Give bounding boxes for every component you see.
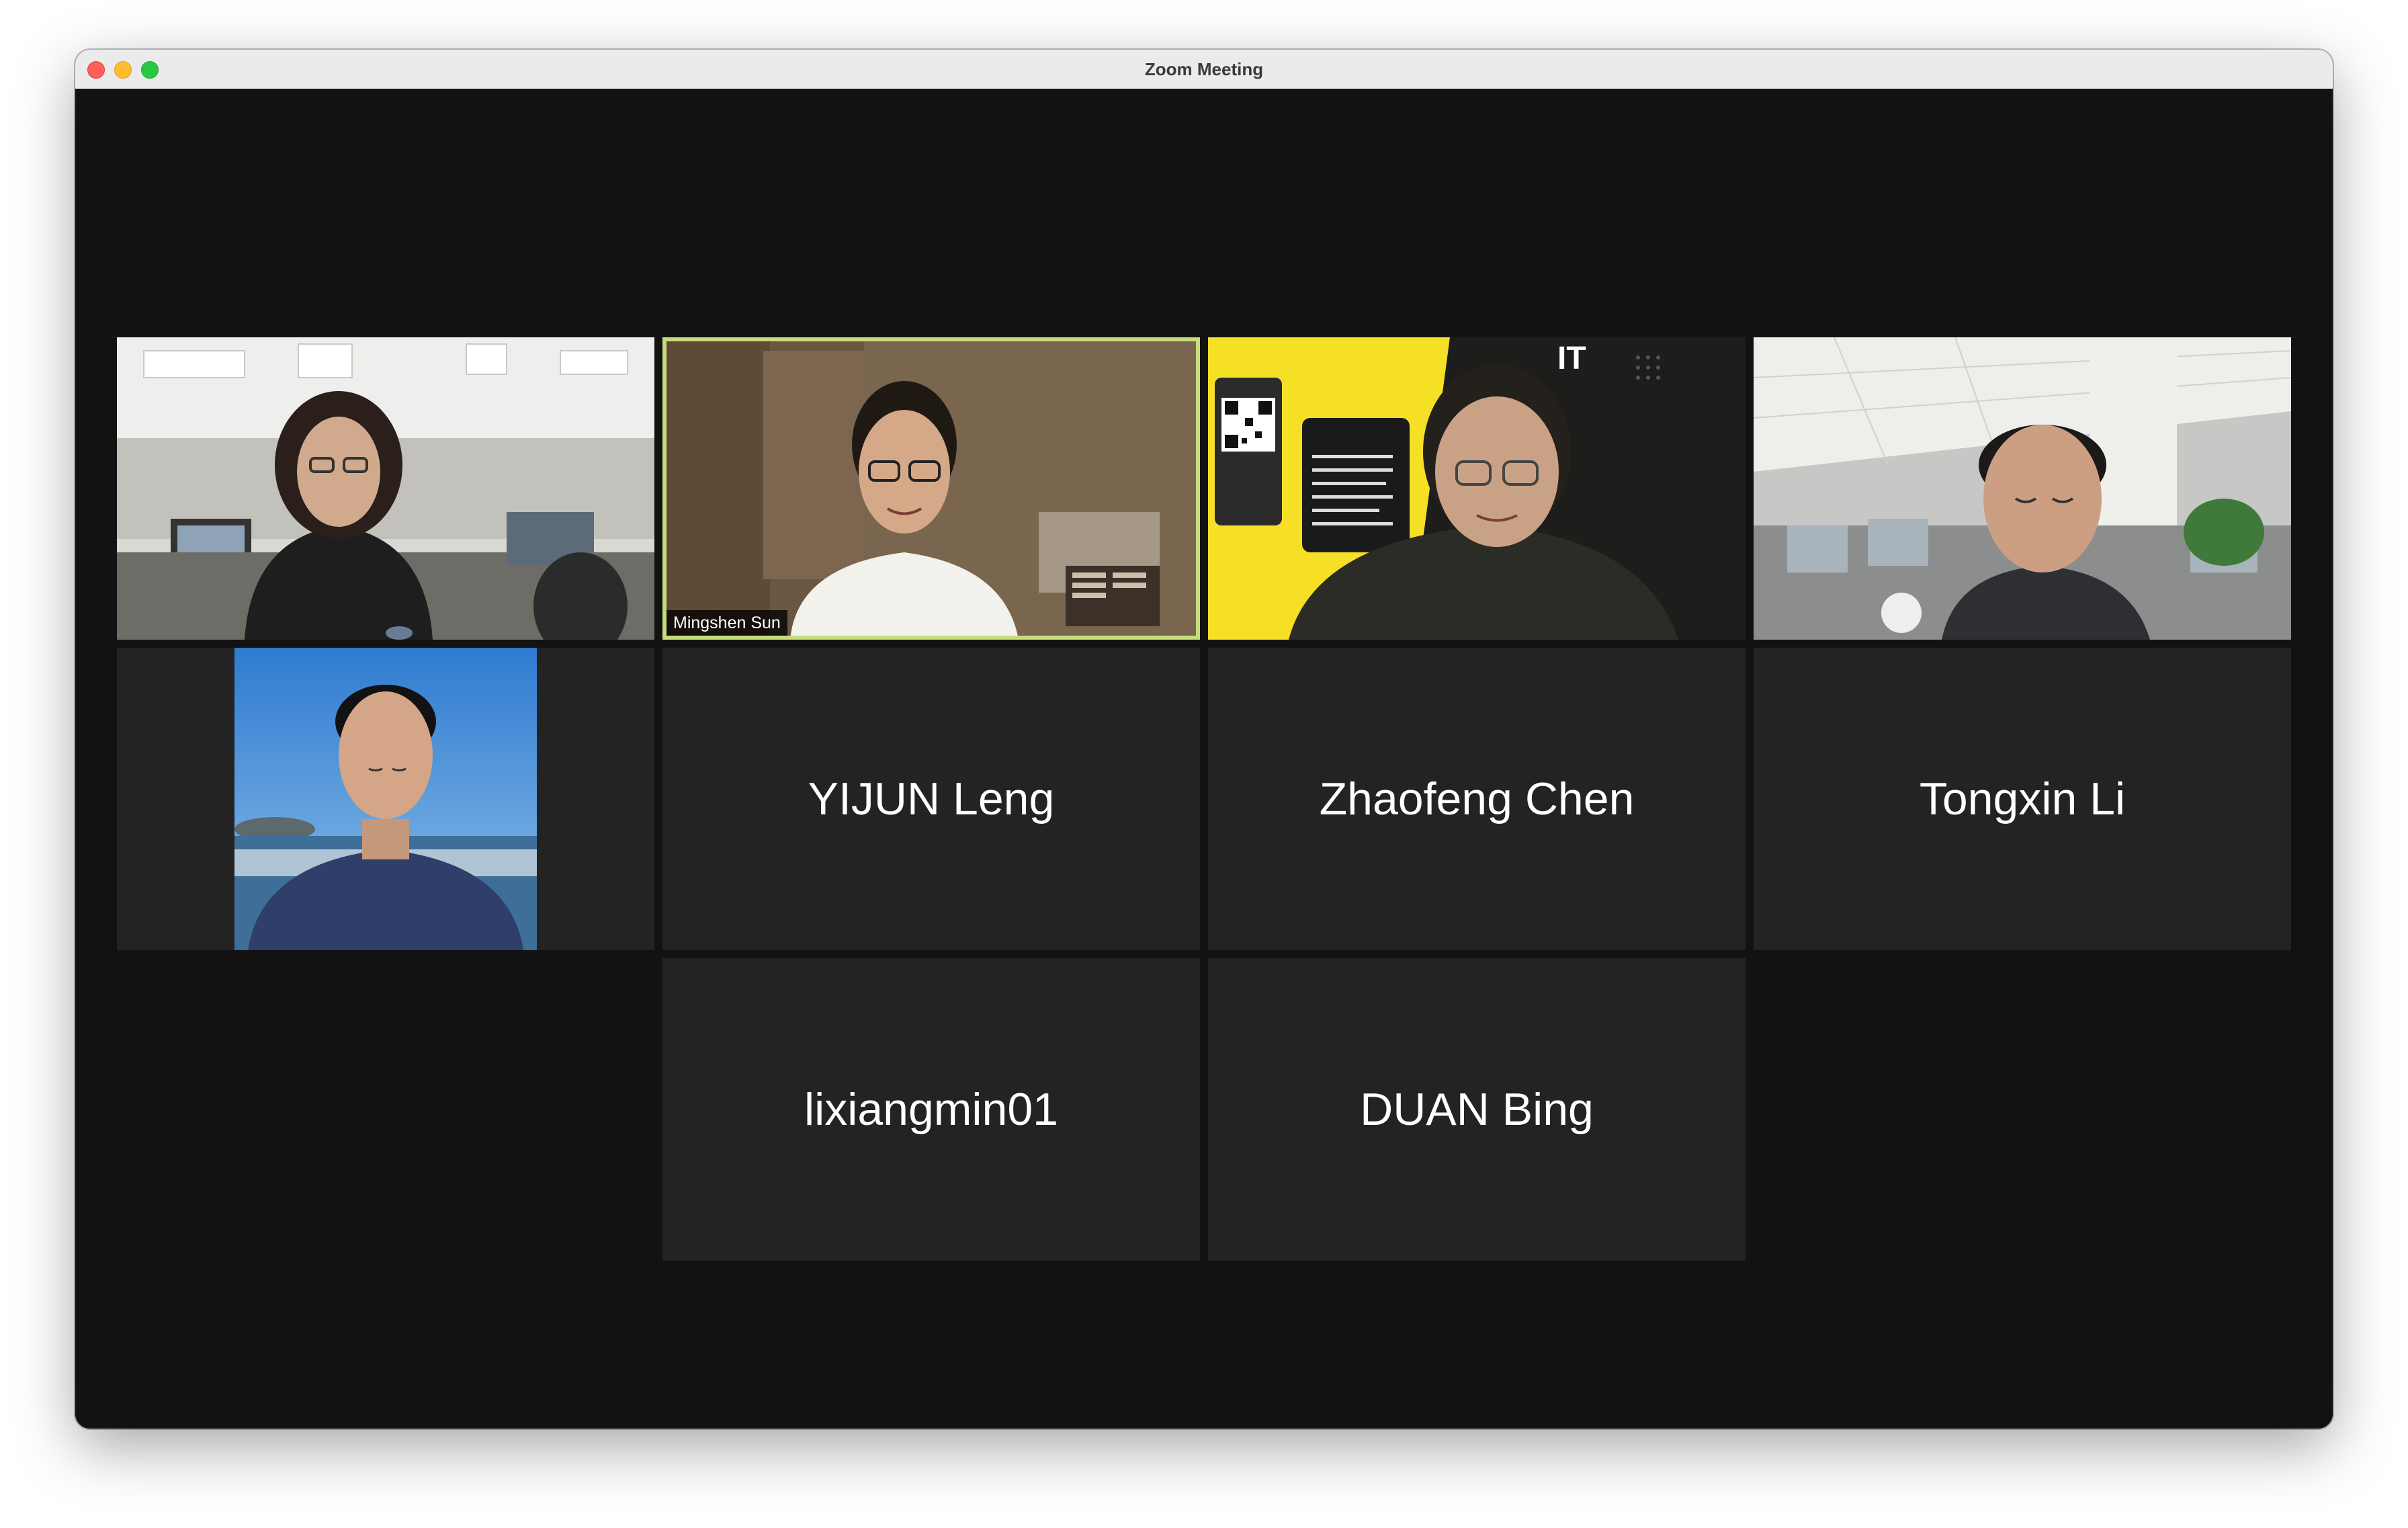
participant-name: lixiangmin01 (804, 1084, 1058, 1135)
participant-video (1754, 337, 2291, 640)
participant-video-tile[interactable]: IT (1208, 337, 1746, 640)
title-bar[interactable]: Zoom Meeting (75, 50, 2333, 89)
window-title: Zoom Meeting (1144, 59, 1264, 79)
participant-name: DUAN Bing (1360, 1084, 1594, 1135)
participant-video-tile[interactable] (117, 337, 654, 640)
participant-profile-tile[interactable] (117, 648, 654, 950)
active-speaker-tile[interactable]: Mingshen Sun (662, 337, 1200, 640)
zoom-meeting-window: Zoom Meeting Mingshen Sun IT YIJUN Leng … (75, 50, 2333, 1429)
participant-video-tile[interactable] (1754, 337, 2291, 640)
poster-text: IT (1557, 341, 1586, 376)
participant-tile-no-video[interactable]: Zhaofeng Chen (1208, 648, 1746, 950)
participant-name: Tongxin Li (1919, 773, 2126, 824)
profile-picture (234, 648, 537, 950)
participant-name: Zhaofeng Chen (1319, 773, 1635, 824)
participant-tile-no-video[interactable]: DUAN Bing (1208, 958, 1746, 1261)
gallery-view: Mingshen Sun IT YIJUN Leng Zhaofeng Chen… (75, 89, 2333, 1429)
participant-video (1208, 337, 1746, 640)
participant-tile-no-video[interactable]: Tongxin Li (1754, 648, 2291, 950)
participant-video (662, 337, 1200, 640)
participant-video (117, 337, 654, 640)
participant-tile-no-video[interactable]: lixiangmin01 (662, 958, 1200, 1261)
participant-name-tag: Mingshen Sun (666, 610, 787, 636)
participant-tile-no-video[interactable]: YIJUN Leng (662, 648, 1200, 950)
participant-name: YIJUN Leng (808, 773, 1055, 824)
